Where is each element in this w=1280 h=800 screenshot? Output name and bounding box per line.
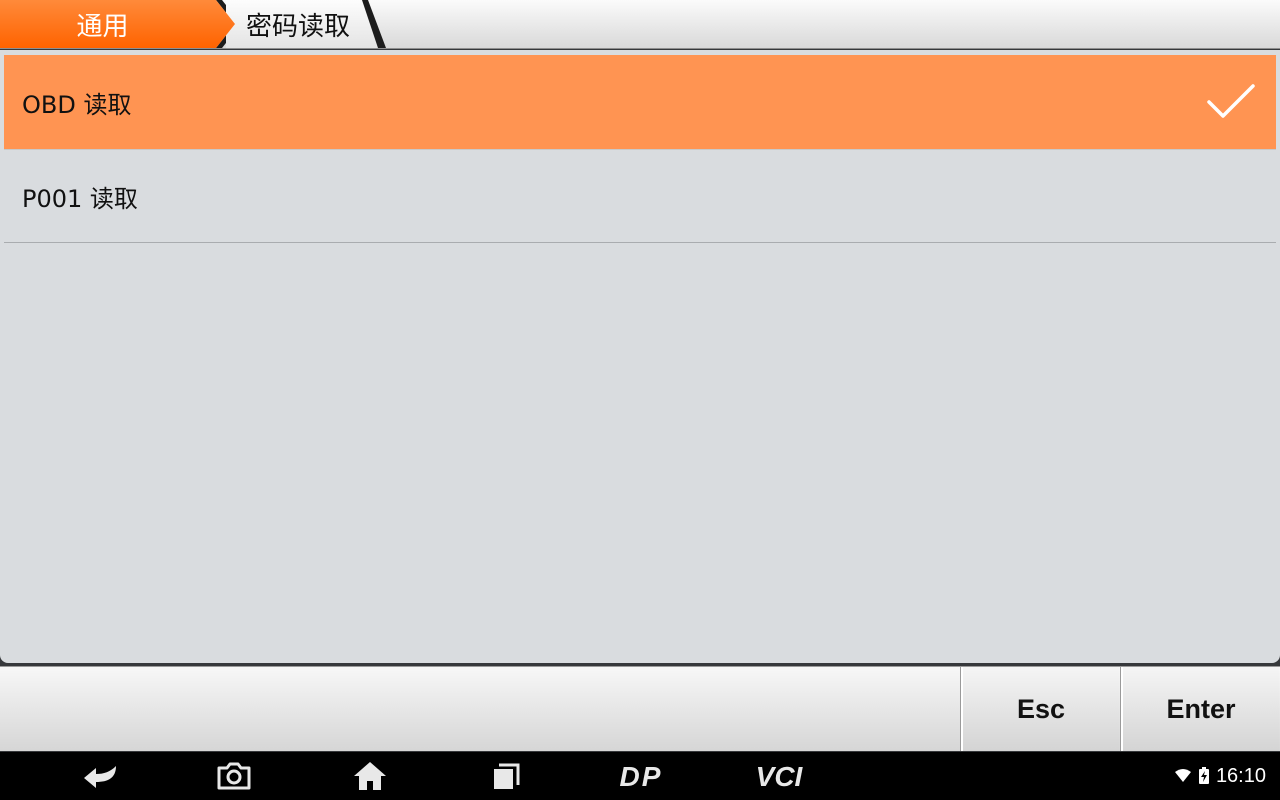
function-list: OBD 读取 P001 读取	[0, 50, 1280, 663]
dp-text: DP	[620, 761, 663, 792]
system-nav-bar: DP VCI 16:10	[0, 752, 1280, 800]
list-item-p001-read[interactable]: P001 读取	[4, 150, 1276, 243]
camera-icon[interactable]	[216, 760, 252, 792]
battery-charging-icon	[1198, 767, 1209, 784]
bottom-toolbar: Esc Enter	[0, 666, 1280, 751]
breadcrumb-home-label: 通用	[76, 11, 129, 42]
checkmark-icon	[1207, 84, 1255, 118]
list-item-label: OBD 读取	[22, 90, 132, 119]
vci-text: VCI	[756, 761, 804, 792]
list-item-label: P001 读取	[22, 184, 138, 213]
enter-button[interactable]: Enter	[1121, 667, 1279, 751]
recent-apps-icon[interactable]	[490, 760, 524, 792]
breadcrumb-home[interactable]: 通用	[0, 0, 235, 48]
breadcrumb: 密码读取 通用	[0, 0, 1280, 49]
list-item-obd-read[interactable]: OBD 读取	[4, 55, 1276, 150]
breadcrumb-current[interactable]: 密码读取	[226, 0, 384, 48]
home-icon[interactable]	[352, 760, 388, 792]
breadcrumb-current-label: 密码读取	[246, 11, 351, 42]
status-area: 16:10	[1174, 752, 1266, 800]
wifi-icon	[1174, 769, 1191, 782]
dp-icon[interactable]: DP	[610, 760, 672, 792]
vci-icon[interactable]: VCI	[744, 760, 814, 792]
back-icon[interactable]	[80, 760, 120, 792]
esc-button[interactable]: Esc	[961, 667, 1119, 751]
clock: 16:10	[1215, 764, 1266, 787]
app-screen: 密码读取 通用 OBD 读取 P001 读取 Esc Enter DP VCI …	[0, 0, 1280, 800]
